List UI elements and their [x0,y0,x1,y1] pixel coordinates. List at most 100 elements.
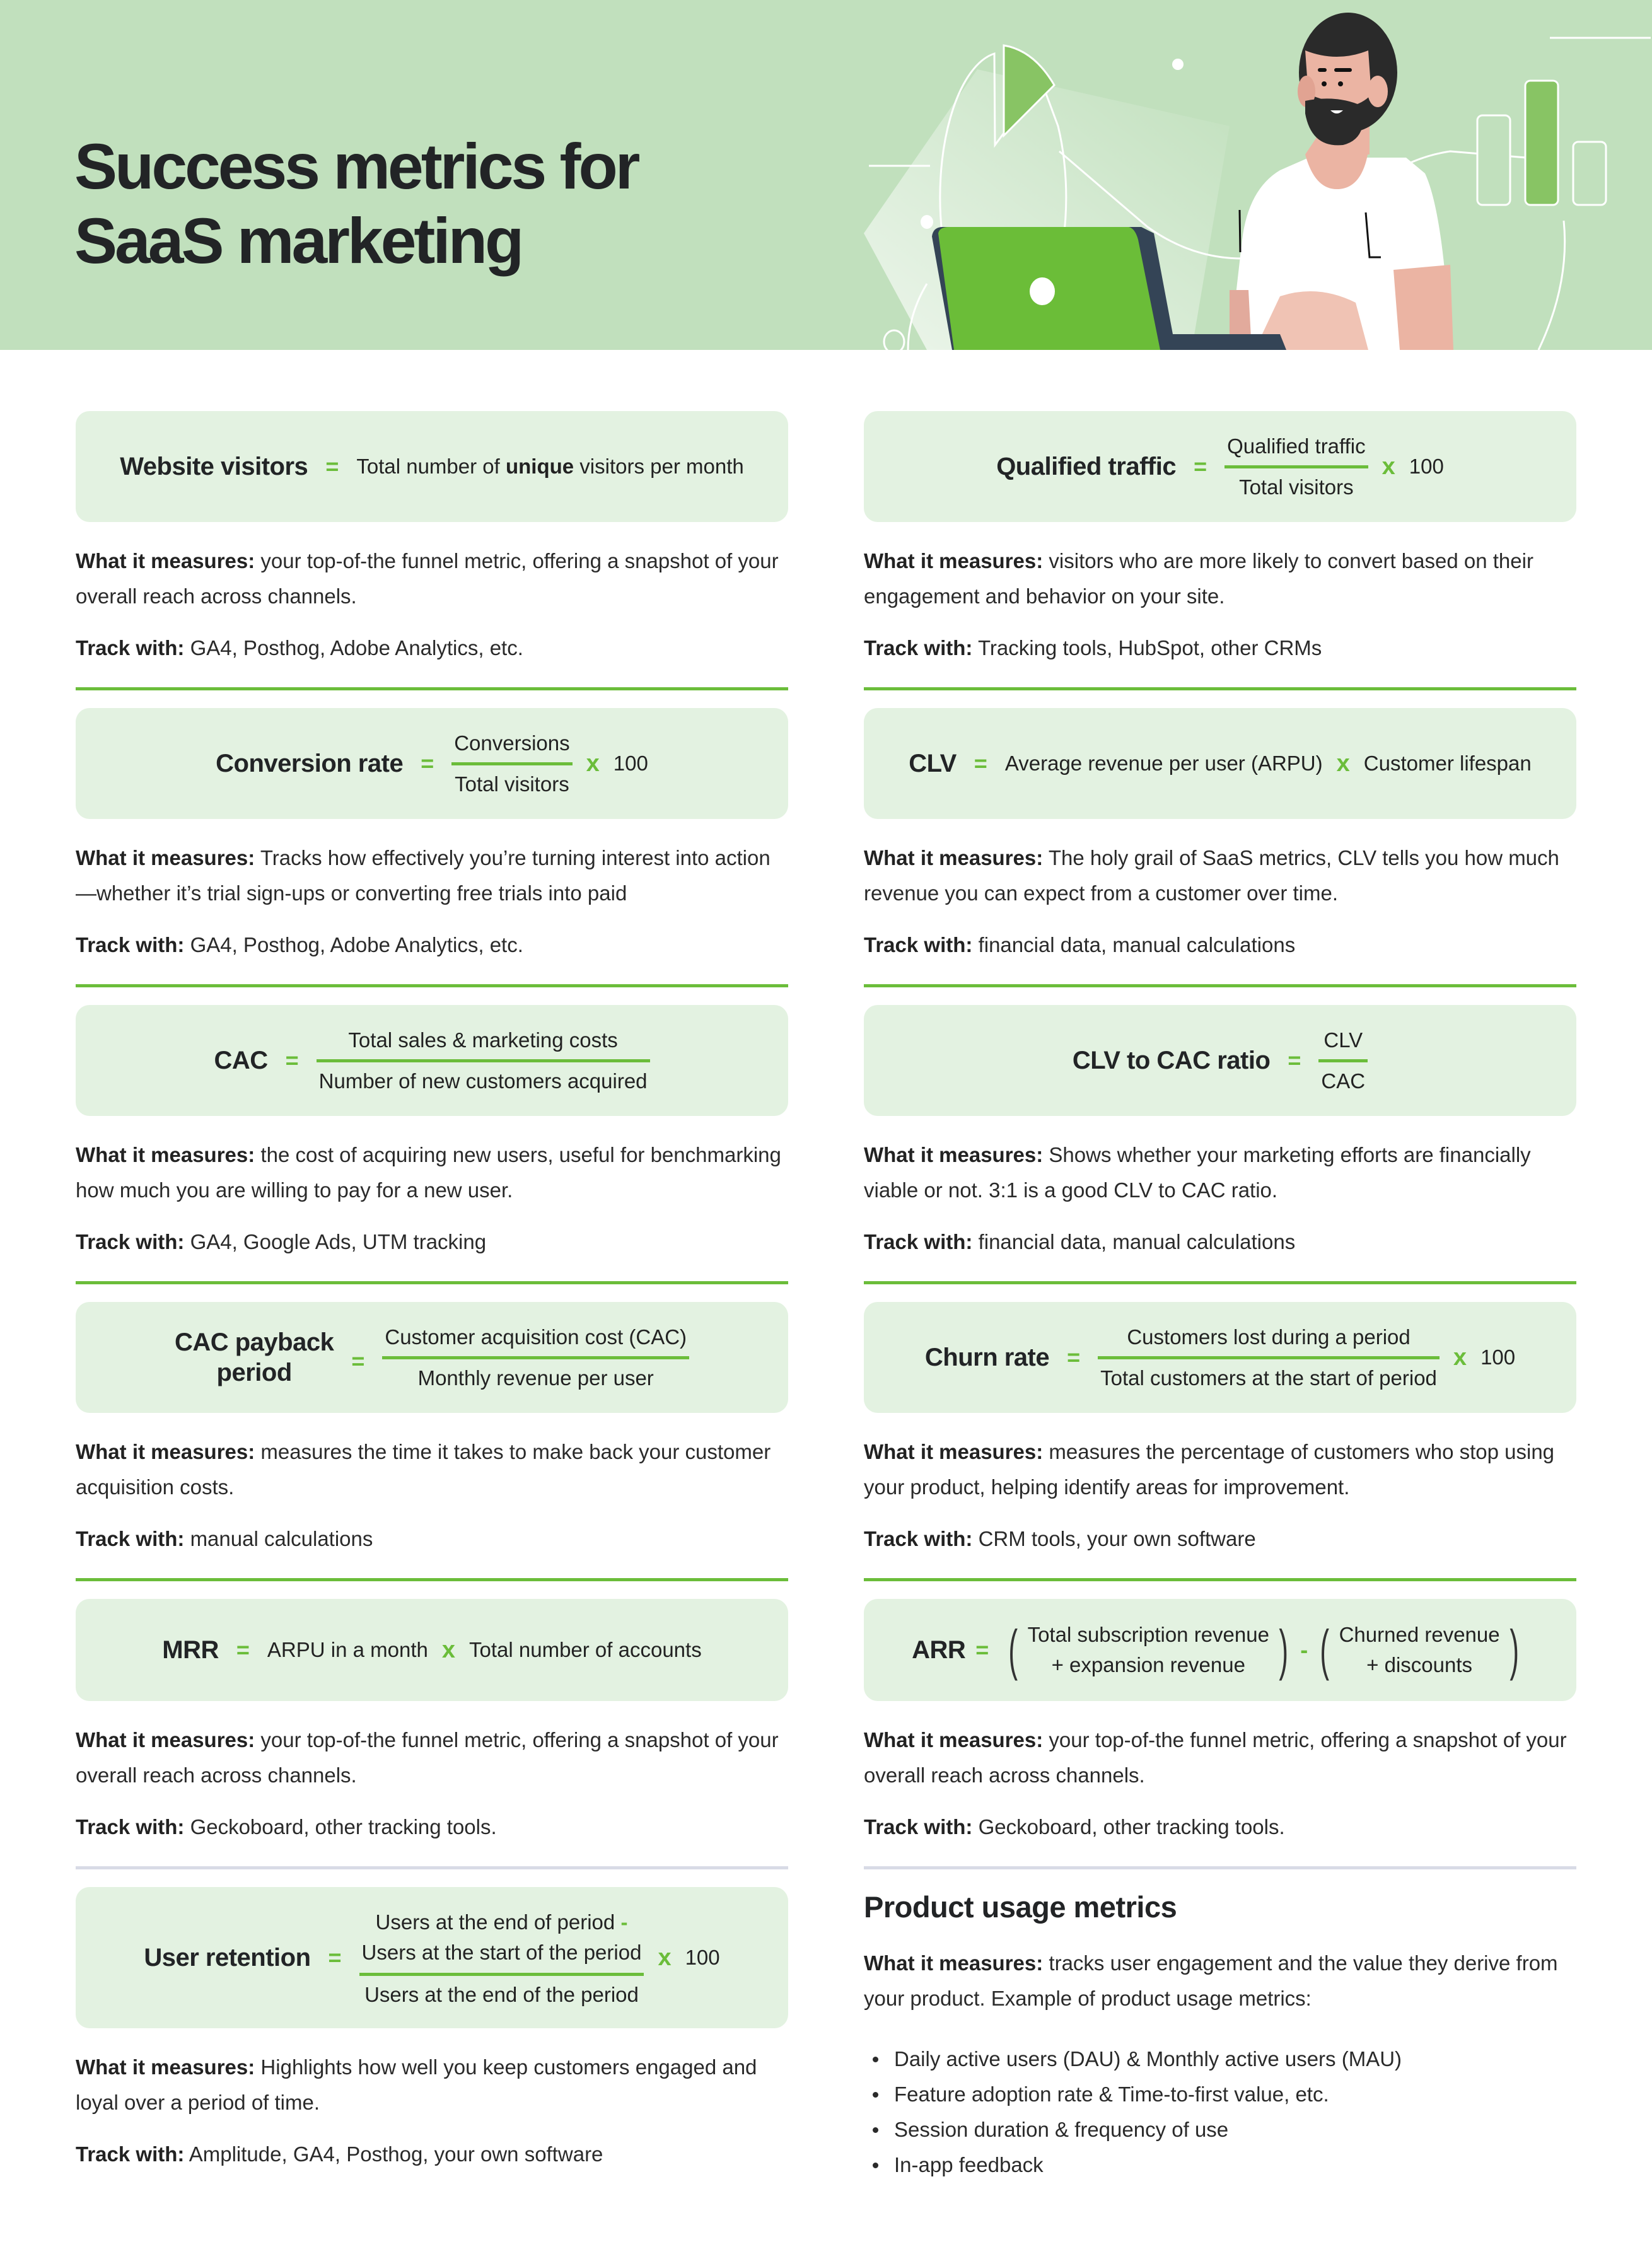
desc-label: What it measures: [76,846,255,869]
list-item: Daily active users (DAU) & Monthly activ… [864,2042,1576,2077]
track-label: Track with: [76,1527,185,1550]
track-text: financial data, manual calculations [978,933,1296,956]
metric-cac: CAC = Total sales & marketing costs Numb… [76,1005,788,1284]
fraction: Customer acquisition cost (CAC) Monthly … [382,1323,690,1392]
fraction-bar [359,1972,644,1976]
desc-label: What it measures: [76,1143,255,1166]
fraction: CLV CAC [1318,1026,1368,1095]
term-line: + discounts [1366,1653,1473,1676]
track-label: Track with: [76,636,185,659]
formula-box: CLV = Average revenue per user (ARPU) x … [864,708,1576,819]
metric-name: MRR [162,1636,219,1664]
track-text: CRM tools, your own software [978,1527,1256,1550]
formula-term: Customer lifespan [1363,752,1532,775]
times-sign: x [1453,1344,1467,1371]
formula-box: MRR = ARPU in a month x Total number of … [76,1599,788,1701]
equals-sign: = [974,750,987,776]
metric-name: CLV [909,750,957,777]
open-paren-icon: ( [1320,1618,1330,1681]
desc-label: What it measures: [864,846,1044,869]
what-it-measures: What it measures: your top-of-the funnel… [864,1722,1576,1793]
hero-banner: Success metrics for SaaS marketing [0,0,1652,350]
formula-box: Website visitors = Total number of uniqu… [76,411,788,522]
numerator: Conversions [454,731,570,755]
denominator: Total visitors [455,772,569,796]
formula-box: CAC = Total sales & marketing costs Numb… [76,1005,788,1116]
numerator-line: Users at the end of period [375,1910,615,1934]
page-title: Success metrics for SaaS marketing [74,129,640,278]
track-label: Track with: [864,636,973,659]
list-item: In-app feedback [864,2147,1576,2183]
track-with: Track with: GA4, Posthog, Adobe Analytic… [76,931,788,959]
track-with: Track with: GA4, Posthog, Adobe Analytic… [76,634,788,662]
track-with: Track with: financial data, manual calcu… [864,1228,1576,1256]
term-line: + expansion revenue [1051,1653,1245,1676]
term-group: Total subscription revenue + expansion r… [1028,1620,1269,1680]
formula-box: Conversion rate = Conversions Total visi… [76,708,788,819]
metric-name: ARR [912,1636,966,1664]
close-paren-icon: ) [1509,1618,1519,1681]
equals-sign: = [1288,1047,1301,1073]
section-divider [76,984,788,987]
desc-label: What it measures: [864,1951,1044,1975]
what-it-measures: What it measures: your top-of-the funnel… [76,543,788,614]
metric-name-line: period [216,1359,293,1386]
equals-sign: = [351,1348,365,1374]
track-label: Track with: [864,1815,973,1838]
metric-churn-rate: Churn rate = Customers lost during a per… [864,1302,1576,1581]
denominator: Total customers at the start of period [1100,1366,1437,1390]
denominator: Monthly revenue per user [417,1366,654,1390]
equals-sign: = [285,1047,299,1073]
deco-dot [921,215,933,229]
track-text: GA4, Posthog, Adobe Analytics, etc. [190,933,523,956]
what-it-measures: What it measures: Shows whether your mar… [864,1137,1576,1208]
track-label: Track with: [76,1815,185,1838]
metric-name: User retention [144,1944,311,1972]
equals-sign: = [975,1637,989,1663]
track-text: Geckoboard, other tracking tools. [190,1815,497,1838]
numerator: Users at the end of period - Users at the… [359,1907,644,1968]
track-with: Track with: Geckoboard, other tracking t… [76,1813,788,1841]
times-sign: x [586,750,600,777]
section-divider [76,1866,788,1869]
numerator: Customers lost during a period [1127,1325,1411,1349]
formula-term: ARPU in a month [267,1638,428,1661]
formula-term: Total number of accounts [469,1638,702,1661]
metric-name: Churn rate [924,1344,1050,1371]
track-with: Track with: CRM tools, your own software [864,1525,1576,1553]
section-divider [864,687,1576,690]
deco-ring [883,329,905,350]
metric-name: CAC [214,1047,268,1074]
formula-term: Average revenue per user (ARPU) [1004,752,1323,775]
track-text: GA4, Google Ads, UTM tracking [190,1230,487,1253]
formula-box: ARR = ( Total subscription revenue + exp… [864,1599,1576,1701]
multiplier: 100 [613,752,648,775]
track-with: Track with: GA4, Google Ads, UTM trackin… [76,1228,788,1256]
fraction: Conversions Total visitors [451,729,573,798]
hero-illustration [864,13,1651,350]
metric-name: CAC payback period [175,1327,334,1388]
desc-label: What it measures: [864,1728,1044,1751]
fraction: Total sales & marketing costs Number of … [316,1026,650,1095]
track-label: Track with: [76,933,185,956]
section-title: Product usage metrics [864,1890,1177,1924]
numerator: Total sales & marketing costs [348,1028,618,1052]
equals-sign: = [236,1637,250,1663]
close-paren-icon: ) [1279,1618,1288,1681]
formula-text: visitors per month [574,455,744,478]
denominator: Total visitors [1239,475,1354,499]
track-with: Track with: manual calculations [76,1525,788,1553]
metric-name: Qualified traffic [996,453,1177,480]
title-line-2: SaaS marketing [74,205,524,277]
formula-box: Churn rate = Customers lost during a per… [864,1302,1576,1413]
section-divider [76,1281,788,1284]
right-column: Qualified traffic = Qualified traffic To… [864,411,1576,2183]
metric-user-retention: User retention = Users at the end of per… [76,1887,788,2168]
formula-text: Total number of [356,455,506,478]
desc-label: What it measures: [864,549,1044,572]
left-column: Website visitors = Total number of uniqu… [76,411,788,2168]
metric-name: Conversion rate [216,750,404,777]
what-it-measures: What it measures: the cost of acquiring … [76,1137,788,1208]
track-text: GA4, Posthog, Adobe Analytics, etc. [190,636,523,659]
equals-sign: = [421,750,434,776]
